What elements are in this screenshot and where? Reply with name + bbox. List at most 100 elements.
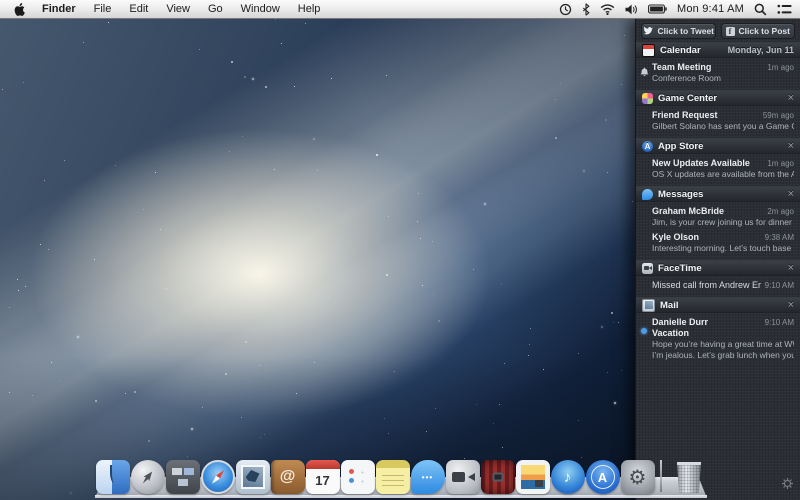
notification-title-row: Missed call from Andrew Erpelding9:10 AM (652, 280, 794, 290)
notification-time: 9:10 AM (761, 318, 794, 327)
notification-title: Graham McBride (652, 206, 724, 216)
nc-section-close-icon[interactable]: × (788, 141, 794, 151)
nc-button-label: Click to Post (739, 26, 790, 36)
menu-bar-status-area: Mon 9:41 AM (559, 3, 792, 16)
notification-time: 1m ago (763, 63, 794, 72)
menu-edit[interactable]: Edit (120, 0, 157, 19)
nc-section-close-icon[interactable]: × (788, 93, 794, 103)
notification-item[interactable]: Team Meeting1m agoConference Room (636, 59, 800, 85)
notification-item[interactable]: New Updates Available1m agoOS X updates … (636, 155, 800, 181)
nc-section-items: New Updates Available1m agoOS X updates … (636, 154, 800, 186)
time-machine-icon[interactable] (559, 3, 572, 16)
unread-dot (641, 328, 647, 334)
dock-contacts-icon[interactable]: @ (271, 460, 305, 494)
game-center-app-icon (642, 93, 653, 104)
notification-body: Hope you’re having a great time at WWDC. (652, 339, 794, 349)
nc-section-items: Graham McBride2m agoJim, is your crew jo… (636, 202, 800, 260)
nc-section-title: Mail (660, 300, 678, 311)
nc-section-calendar: Calendar Monday, Jun 11 Team Meeting 1m ago… (636, 42, 800, 90)
nc-button-facebook[interactable]: f Click to Post (721, 23, 796, 39)
apple-menu-icon[interactable] (14, 3, 25, 16)
spotlight-icon[interactable] (754, 3, 767, 16)
wifi-icon[interactable] (600, 4, 615, 15)
nc-settings-gear-icon[interactable] (781, 477, 794, 495)
dock-itunes-icon[interactable]: ♪ (551, 460, 585, 494)
app-store-app-icon: A (642, 141, 653, 152)
notification-title: Team Meeting (652, 62, 711, 72)
battery-icon[interactable] (648, 4, 667, 14)
notification-item[interactable]: Graham McBride2m agoJim, is your crew jo… (636, 203, 800, 229)
nc-section-title: Calendar (660, 45, 701, 56)
dock-divider (660, 460, 662, 492)
nc-section-close-icon[interactable]: × (788, 300, 794, 310)
notification-item[interactable]: Kyle Olson9:38 AMInteresting morning. Le… (636, 229, 800, 255)
dock-mail-icon[interactable] (236, 460, 270, 494)
notification-title-row: Graham McBride2m ago (652, 206, 794, 216)
nc-section-header-mail: Mail × (636, 297, 800, 313)
dock: @17 ••• ♪A⚙ (95, 454, 707, 498)
nc-section-close-icon[interactable]: × (788, 189, 794, 199)
menu-view[interactable]: View (157, 0, 199, 19)
dock-mission-control-icon[interactable] (166, 460, 200, 494)
nc-section-items: Danielle Durr9:10 AMVacationHope you’re … (636, 313, 800, 367)
notification-title: Kyle Olson (652, 232, 699, 242)
menu-file[interactable]: File (85, 0, 121, 19)
menu-bar-clock[interactable]: Mon 9:41 AM (677, 3, 744, 15)
notification-title-row: Team Meeting 1m ago (652, 62, 794, 72)
nc-section-date: Monday, Jun 11 (728, 45, 794, 55)
dock-photo-booth-icon[interactable] (481, 460, 515, 494)
menu-finder[interactable]: Finder (33, 0, 85, 19)
dock-system-preferences-icon[interactable]: ⚙ (621, 460, 655, 494)
notification-time: 9:10 AM (761, 281, 794, 290)
notification-item[interactable]: Friend Request59m agoGilbert Solano has … (636, 107, 800, 133)
notification-title: New Updates Available (652, 158, 750, 168)
dock-app-store-icon[interactable]: A (586, 460, 620, 494)
nc-section-title: FaceTime (658, 263, 702, 274)
menu-go[interactable]: Go (199, 0, 232, 19)
nc-section-game-center: Game Center × Friend Request59m agoGilbert… (636, 90, 800, 138)
nc-section-header-messages: Messages × (636, 186, 800, 202)
calendar-app-icon (642, 44, 655, 57)
nc-button-twitter[interactable]: Click to Tweet (641, 23, 716, 39)
bell-icon (640, 64, 649, 82)
dock-finder-icon[interactable] (96, 460, 130, 494)
notification-title-row: New Updates Available1m ago (652, 158, 794, 168)
bluetooth-icon[interactable] (582, 3, 590, 16)
dock-notes-icon[interactable] (376, 460, 410, 494)
dock-safari-icon[interactable] (201, 460, 235, 494)
menu-bar: FinderFileEditViewGoWindowHelp Mon 9:41 … (0, 0, 800, 19)
notification-time: 9:38 AM (761, 233, 794, 242)
nc-social-buttons: Click to Tweet f Click to Post (636, 19, 800, 42)
nc-button-label: Click to Tweet (657, 26, 714, 36)
nc-section-title: App Store (658, 141, 703, 152)
nc-section-title: Messages (658, 189, 703, 200)
twitter-icon (642, 26, 653, 37)
dock-trash-icon[interactable] (675, 462, 703, 493)
menu-help[interactable]: Help (289, 0, 330, 19)
notification-body: I’m jealous. Let’s grab lunch when you g… (652, 350, 794, 360)
dock-reminders-icon[interactable] (341, 460, 375, 494)
nc-section-title: Game Center (658, 93, 717, 104)
facebook-icon: f (726, 27, 735, 36)
notification-body: Gilbert Solano has sent you a Game Cent… (652, 121, 794, 131)
menu-window[interactable]: Window (232, 0, 289, 19)
messages-app-icon (642, 189, 653, 200)
notification-title: Missed call from Andrew Erpelding (652, 280, 761, 290)
dock-calendar-icon[interactable]: 17 (306, 460, 340, 494)
nc-section-facetime: FaceTime × Missed call from Andrew Erpeldi… (636, 260, 800, 297)
notification-title-row: Kyle Olson 9:38 AM (652, 232, 794, 242)
notification-center-icon[interactable] (777, 4, 792, 15)
notification-title-row: Friend Request59m ago (652, 110, 794, 120)
nc-section-messages: Messages × Graham McBride2m agoJim, is you… (636, 186, 800, 260)
dock-messages-icon[interactable]: ••• (411, 460, 445, 494)
dock-iphoto-icon[interactable] (516, 460, 550, 494)
nc-section-close-icon[interactable]: × (788, 263, 794, 273)
notification-item[interactable]: Danielle Durr9:10 AMVacationHope you’re … (636, 314, 800, 362)
notification-title: Friend Request (652, 110, 718, 120)
dock-facetime-icon[interactable] (446, 460, 480, 494)
dock-launchpad-icon[interactable] (131, 460, 165, 494)
dock-icons: @17 ••• ♪A⚙ (95, 454, 707, 498)
notification-item[interactable]: Missed call from Andrew Erpelding9:10 AM (636, 277, 800, 292)
volume-icon[interactable] (625, 4, 638, 15)
nc-section-header-facetime: FaceTime × (636, 260, 800, 276)
